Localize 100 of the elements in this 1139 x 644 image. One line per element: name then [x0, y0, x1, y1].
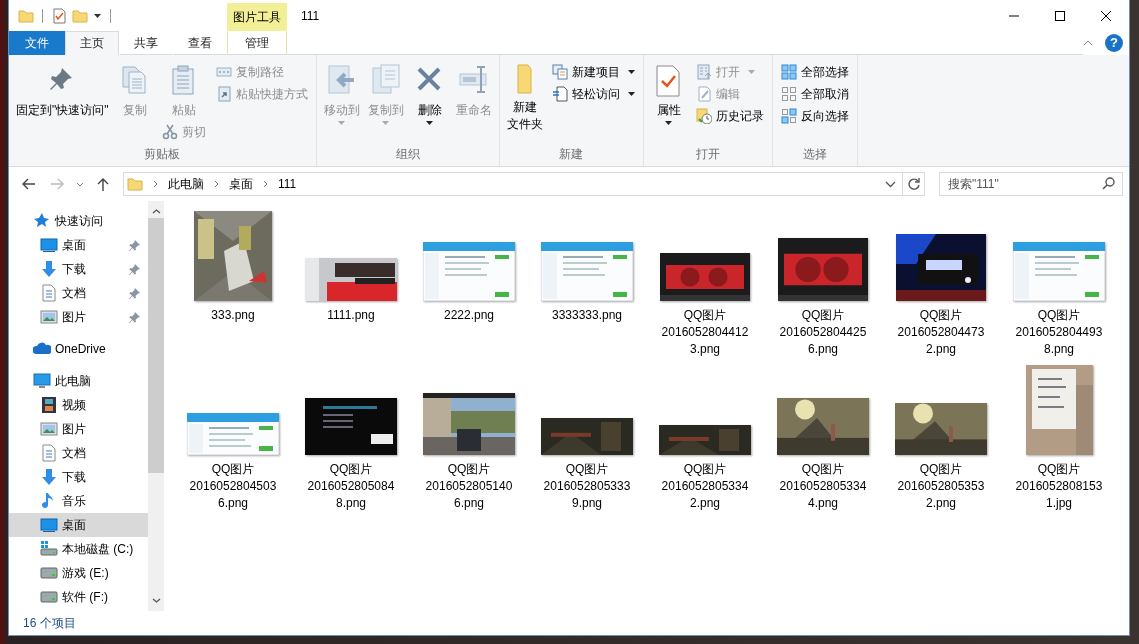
chevron-right-icon [214, 180, 219, 188]
group-label: 选择 [801, 146, 828, 163]
image-icon [40, 308, 58, 326]
group-label: 组织 [394, 146, 421, 163]
window-title: 111 [300, 7, 321, 25]
arrow-left-icon [22, 178, 36, 190]
file-name[interactable]: QQ图片20160528044938.png [1014, 307, 1104, 358]
nav-item[interactable]: 游戏 (E:) [9, 561, 148, 585]
file-name[interactable]: QQ图片20160528044256.png [778, 307, 868, 358]
address-bar[interactable]: 此电脑 桌面 111 [123, 172, 903, 196]
nav-item[interactable]: 下载 [9, 257, 148, 281]
breadcrumb[interactable]: 桌面 [229, 175, 253, 193]
file-name[interactable]: 333.png [188, 307, 278, 324]
path-icon [215, 64, 232, 80]
drive-icon [40, 540, 58, 558]
ribbon-button[interactable]: 新建项目 [547, 61, 639, 83]
ribbon-button[interactable]: 轻松访问 [547, 83, 639, 105]
ribbon-button[interactable]: 属性 [647, 59, 690, 127]
ribbon-button[interactable]: 删除 [408, 59, 451, 127]
image-icon [40, 420, 58, 438]
nav-item[interactable]: 桌面 [9, 233, 148, 257]
file-name[interactable]: QQ图片20160528045036.png [188, 461, 278, 512]
file-name[interactable]: QQ图片20160528053344.png [778, 461, 868, 512]
collapse-icon [1083, 40, 1093, 46]
search-icon [1102, 177, 1115, 190]
help-button[interactable]: ? [1105, 34, 1123, 52]
chevron-down-icon [885, 180, 896, 188]
document-icon [40, 284, 58, 302]
film-icon [40, 396, 58, 414]
file-name[interactable]: QQ图片20160528050848.png [306, 461, 396, 512]
ribbon-tab[interactable]: 文件 [9, 31, 65, 55]
ribbon-button[interactable]: 全部选择 [776, 61, 853, 83]
breadcrumb[interactable]: 此电脑 [168, 175, 204, 193]
new-item-icon [551, 64, 568, 80]
nav-item[interactable]: 图片 [9, 417, 148, 441]
drive-icon [40, 588, 58, 606]
chevron-right-icon [153, 180, 158, 188]
ribbon-button[interactable]: 新建文件夹 [503, 59, 546, 135]
ribbon-button[interactable]: 反向选择 [776, 105, 853, 127]
computer-icon [33, 372, 51, 390]
file-name[interactable]: QQ图片20160528051406.png [424, 461, 514, 512]
scissors-icon [161, 124, 178, 140]
group-label: 新建 [558, 146, 585, 163]
file-name[interactable]: QQ图片20160528044123.png [660, 307, 750, 358]
search-field[interactable]: 搜索"111" [939, 172, 1123, 196]
star-icon [33, 212, 51, 230]
folder-icon [127, 176, 143, 192]
nav-item[interactable]: 本地磁盘 (C:) [9, 537, 148, 561]
nav-item[interactable]: 视频 [9, 393, 148, 417]
nav-item[interactable]: 文档 [9, 441, 148, 465]
file-name[interactable]: 2222.png [424, 307, 514, 324]
close-icon [1101, 10, 1111, 21]
file-name[interactable]: QQ图片20160528044732.png [896, 307, 986, 358]
open-icon [695, 64, 712, 80]
history-icon [695, 108, 712, 124]
nav-item[interactable]: 文档 [9, 281, 148, 305]
file-name[interactable]: QQ图片20160528053532.png [896, 461, 986, 512]
maximize-icon [1055, 10, 1065, 21]
ribbon-button[interactable]: 全部取消 [776, 83, 853, 105]
refresh-button[interactable] [903, 172, 925, 196]
nav-item[interactable]: 图片 [9, 305, 148, 329]
group-label: 剪贴板 [143, 146, 182, 163]
chevron-down-icon [76, 181, 84, 187]
chevron-up-icon [151, 209, 161, 214]
folder-icon [72, 7, 88, 24]
nav-item[interactable]: 下载 [9, 465, 148, 489]
nav-item[interactable]: OneDrive [9, 337, 148, 361]
scrollbar[interactable] [148, 201, 164, 611]
properties-icon [51, 7, 67, 24]
file-name[interactable]: QQ图片20160528081531.jpg [1014, 461, 1104, 512]
edit-icon [695, 86, 712, 102]
file-name[interactable]: QQ图片20160528053342.png [660, 461, 750, 512]
grid-icon [780, 64, 797, 80]
nav-item[interactable]: 音乐 [9, 489, 148, 513]
folder-icon [18, 7, 34, 24]
nav-item[interactable]: 此电脑 [9, 369, 148, 393]
context-tab-header: 图片工具 [227, 3, 287, 31]
grid-icon [780, 108, 797, 124]
ribbon-tab[interactable]: 管理 [227, 31, 287, 55]
breadcrumb[interactable]: 111 [278, 177, 297, 191]
ribbon-tab[interactable]: 主页 [65, 31, 119, 55]
folder-icon [517, 64, 533, 94]
arrow-right-icon [50, 178, 64, 190]
ribbon-button[interactable]: 固定到"快速访问" [13, 59, 112, 121]
ribbon-button[interactable]: 历史记录 [691, 105, 768, 127]
file-name[interactable]: 3333333.png [542, 307, 632, 324]
arrow-up-icon [97, 177, 109, 191]
file-name[interactable]: 1111.png [306, 307, 396, 324]
nav-item[interactable]: 桌面 [9, 513, 148, 537]
chevron-right-icon [263, 180, 268, 188]
nav-item[interactable]: 快速访问 [9, 209, 148, 233]
document-icon [40, 444, 58, 462]
drive-icon [40, 564, 58, 582]
scrollbar-thumb[interactable] [148, 218, 164, 473]
desktop-icon [40, 236, 58, 254]
grid-icon [780, 86, 797, 102]
file-name[interactable]: QQ图片20160528053339.png [542, 461, 632, 512]
desktop-icon [40, 516, 58, 534]
chevron-down-icon [151, 598, 161, 603]
nav-item[interactable]: 软件 (F:) [9, 585, 148, 609]
